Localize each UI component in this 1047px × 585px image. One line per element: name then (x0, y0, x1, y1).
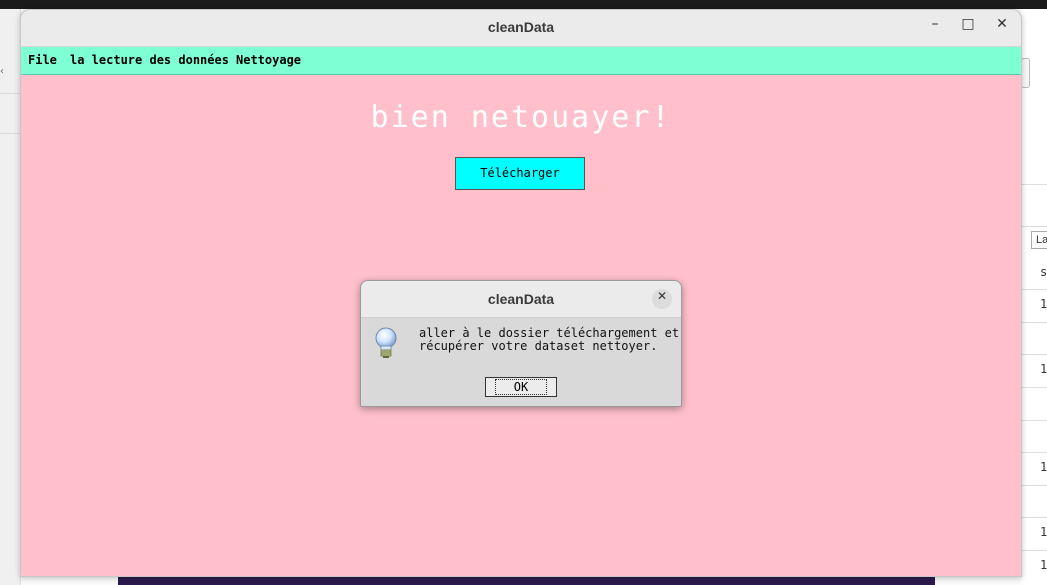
dialog-message-line: récupérer votre dataset nettoyer. (419, 339, 658, 353)
dialog-close-icon[interactable]: ✕ (652, 289, 672, 309)
maximize-icon[interactable]: □ (956, 16, 980, 40)
background-row-divider (1021, 289, 1047, 290)
dialog-title: cleanData (487, 291, 555, 307)
close-icon[interactable]: ✕ (990, 16, 1014, 40)
dialog-titlebar[interactable]: cleanData ✕ (361, 281, 681, 318)
ok-button-label: OK (494, 379, 548, 395)
background-row-divider (1021, 420, 1047, 421)
background-row-divider (1021, 452, 1047, 453)
info-dialog: cleanData ✕ aller à le dossier télécharg… (360, 280, 682, 407)
menu-file[interactable]: File (28, 53, 57, 67)
background-divider (0, 93, 20, 94)
ok-button[interactable]: OK (485, 377, 557, 397)
window-title: cleanData (487, 19, 555, 35)
background-cell: 1 (1040, 362, 1047, 376)
background-button[interactable] (1021, 58, 1030, 88)
background-row-divider (1021, 550, 1047, 551)
background-input[interactable]: La (1031, 231, 1047, 249)
os-top-bar (0, 0, 1047, 9)
menu-data-reading[interactable]: la lecture des données (70, 53, 229, 67)
lightbulb-icon (375, 327, 397, 358)
background-row-divider (1021, 387, 1047, 388)
download-button[interactable]: Télécharger (455, 157, 585, 190)
background-cell: 1 (1040, 525, 1047, 539)
menu-cleaning[interactable]: Nettoyage (236, 53, 301, 67)
background-row-divider (1021, 354, 1047, 355)
background-row-divider (1021, 226, 1047, 227)
window-titlebar[interactable]: cleanData – □ ✕ (21, 10, 1021, 47)
background-divider (0, 133, 20, 134)
page-heading: bien netouayer! (370, 100, 672, 135)
dialog-message: aller à le dossier téléchargement et réc… (419, 327, 679, 353)
minimize-icon[interactable]: – (923, 16, 947, 40)
background-column-header: s (1040, 265, 1047, 279)
background-row-divider (1021, 322, 1047, 323)
chevron-left-icon: ‹ (0, 66, 4, 77)
background-row-divider (1021, 485, 1047, 486)
background-cell: 1 (1040, 297, 1047, 311)
background-row-divider (1021, 184, 1047, 185)
background-cell: 1 (1040, 558, 1047, 572)
background-left-strip (0, 9, 21, 585)
background-row-divider (1021, 517, 1047, 518)
background-cell: 1 (1040, 460, 1047, 474)
menu-bar: File la lecture des données Nettoyage (21, 47, 1021, 75)
